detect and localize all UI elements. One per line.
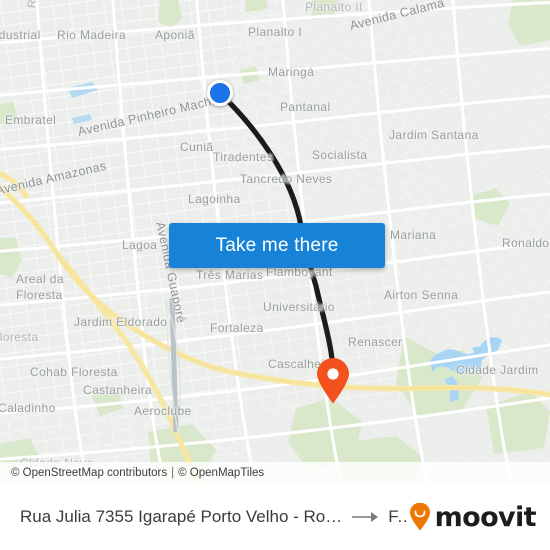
osm-attribution-link[interactable]: © OpenStreetMap contributors xyxy=(11,467,167,479)
destination-pin-marker[interactable] xyxy=(316,358,350,404)
trip-origin-label: Rua Julia 7355 Igarapé Porto Velho - Ron… xyxy=(20,507,345,526)
trip-summary-bar: Rua Julia 7355 Igarapé Porto Velho - Ron… xyxy=(0,484,550,550)
origin-dot-marker[interactable] xyxy=(207,80,233,106)
arrow-right-icon xyxy=(352,512,379,522)
moovit-logo[interactable]: moovit xyxy=(409,501,537,533)
moovit-wordmark: moovit xyxy=(434,501,537,533)
map-widget[interactable]: Rio MadeiraIndustrialRio MadeiraAponiãPl… xyxy=(0,0,550,484)
take-me-there-button[interactable]: Take me there xyxy=(169,223,385,268)
attribution-bar: © OpenStreetMap contributors | © OpenMap… xyxy=(0,462,550,484)
attribution-separator: | xyxy=(171,467,175,479)
trip-destination-label: F... xyxy=(388,507,408,526)
moovit-pin-icon xyxy=(409,503,430,531)
openmaptiles-attribution-link[interactable]: © OpenMapTiles xyxy=(178,467,264,479)
